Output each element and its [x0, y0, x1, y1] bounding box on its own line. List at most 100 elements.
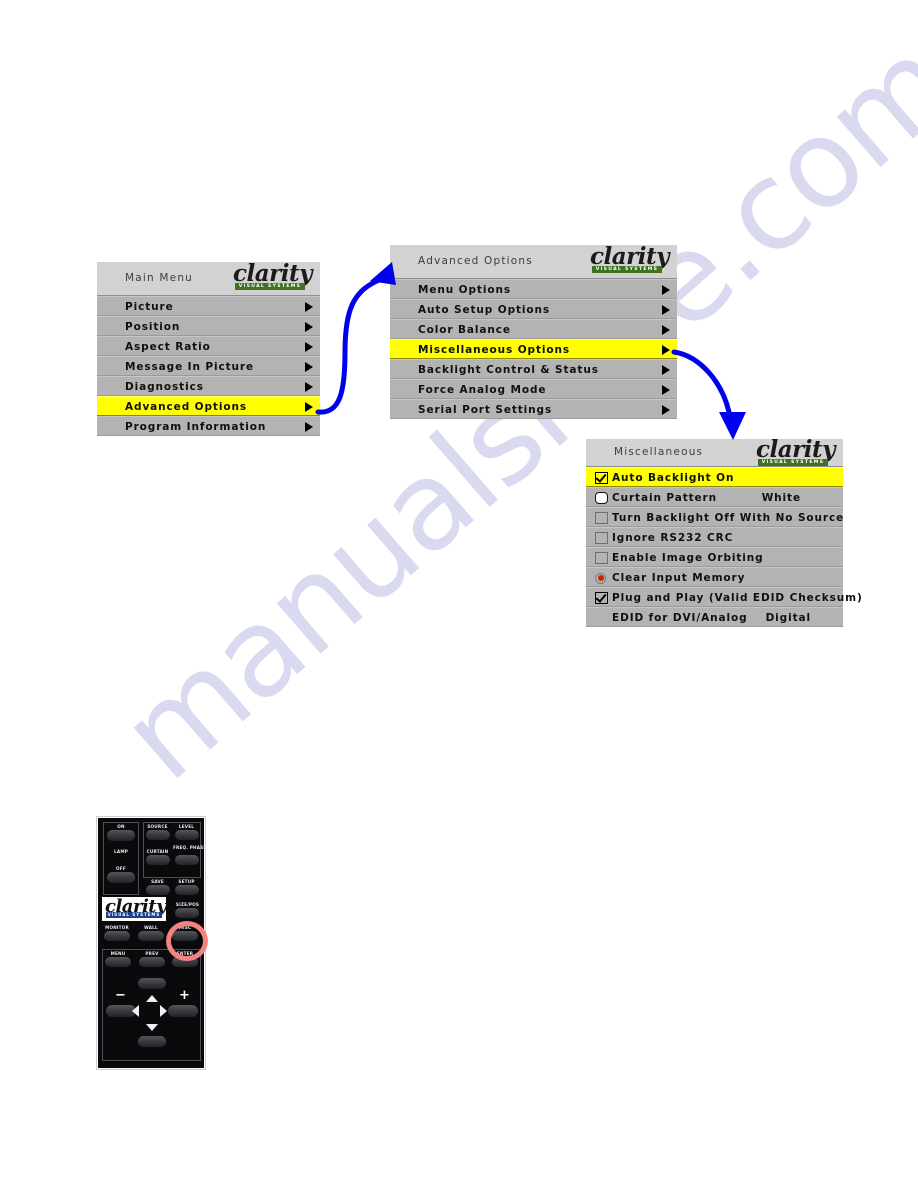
logo-tagline: VISUAL SYSTEMS: [758, 459, 828, 466]
remote-label-menu: MENU: [110, 951, 126, 956]
option-label: Plug and Play (Valid EDID Checksum): [612, 591, 863, 604]
menu-item-label: Serial Port Settings: [418, 403, 553, 416]
remote-button-off[interactable]: [107, 872, 135, 883]
submenu-arrow-icon: [305, 382, 313, 392]
menu-item-force-analog-mode[interactable]: Force Analog Mode: [390, 379, 677, 399]
rounded-box-icon[interactable]: [595, 492, 608, 504]
menu-item-label: Miscellaneous Options: [418, 343, 571, 356]
menu-item-label: Force Analog Mode: [418, 383, 547, 396]
logo-tagline: VISUAL SYSTEMS: [235, 283, 305, 290]
plus-label: +: [179, 988, 190, 1003]
remote-label-lamp: LAMP: [114, 849, 128, 854]
option-row-auto-backlight-on[interactable]: Auto Backlight On: [586, 467, 843, 487]
option-row-enable-image-orbiting[interactable]: Enable Image Orbiting: [586, 547, 843, 567]
remote-label-setup: SETUP: [178, 879, 195, 884]
checkbox-empty-icon[interactable]: [595, 512, 608, 524]
panel-header-advanced: Advanced Options clarity VISUAL SYSTEMS: [390, 245, 677, 279]
option-row-ignore-rs232-crc[interactable]: Ignore RS232 CRC: [586, 527, 843, 547]
remote-button-on[interactable]: [107, 830, 135, 841]
remote-button-prev[interactable]: [139, 957, 165, 967]
submenu-arrow-icon: [305, 342, 313, 352]
option-value: White: [761, 491, 801, 504]
minus-label: −: [115, 988, 126, 1003]
menu-item-label: Menu Options: [418, 283, 511, 296]
remote-label-wall: WALL: [144, 925, 158, 930]
option-row-curtain-pattern[interactable]: Curtain Pattern White: [586, 487, 843, 507]
menu-item-picture[interactable]: Picture: [97, 296, 320, 316]
menu-item-miscellaneous-options[interactable]: Miscellaneous Options: [390, 339, 677, 359]
option-value: Digital: [765, 611, 811, 624]
arrow-left-icon: [132, 1005, 139, 1017]
menu-item-diagnostics[interactable]: Diagnostics: [97, 376, 320, 396]
remote-label-freq-phase: FREQ. PHASE: [173, 845, 207, 850]
menu-item-backlight-control-status[interactable]: Backlight Control & Status: [390, 359, 677, 379]
menu-item-message-in-picture[interactable]: Message In Picture: [97, 356, 320, 376]
remote-button-monitor[interactable]: [104, 931, 130, 941]
arrow-advanced-to-miscellaneous: [671, 349, 746, 440]
menu-item-aspect-ratio[interactable]: Aspect Ratio: [97, 336, 320, 356]
checkbox-checked-icon[interactable]: [595, 592, 608, 604]
menu-item-label: Program Information: [125, 420, 267, 433]
page-title: Advanced Options: [418, 255, 533, 267]
submenu-arrow-icon: [305, 362, 313, 372]
remote-button-up[interactable]: [138, 978, 166, 989]
remote-button-wall[interactable]: [138, 931, 164, 941]
menu-item-advanced-options[interactable]: Advanced Options: [97, 396, 320, 416]
panel-header-miscellaneous: Miscellaneous clarity VISUAL SYSTEMS: [586, 438, 843, 469]
checkbox-empty-icon[interactable]: [595, 552, 608, 564]
checkbox-empty-icon[interactable]: [595, 532, 608, 544]
page-title: Miscellaneous: [614, 446, 704, 458]
page-title: Main Menu: [125, 272, 194, 284]
remote-button-size-pos[interactable]: [175, 908, 199, 918]
menu-item-menu-options[interactable]: Menu Options: [390, 279, 677, 299]
submenu-arrow-icon: [305, 322, 313, 332]
menu-item-label: Diagnostics: [125, 380, 204, 393]
menu-item-program-information[interactable]: Program Information: [97, 416, 320, 436]
menu-item-position[interactable]: Position: [97, 316, 320, 336]
clarity-logo: clarity VISUAL SYSTEMS: [754, 438, 838, 469]
submenu-arrow-icon: [662, 345, 670, 355]
option-row-edid-for-dvi-analog[interactable]: EDID for DVI/Analog Digital: [586, 607, 843, 627]
remote-button-plus[interactable]: [168, 1005, 198, 1017]
arrow-right-icon: [160, 1005, 167, 1017]
remote-label-size-pos: SIZE/POS: [175, 902, 200, 907]
remote-label-save: SAVE: [151, 879, 164, 884]
option-row-plug-and-play[interactable]: Plug and Play (Valid EDID Checksum): [586, 587, 862, 607]
remote-button-down[interactable]: [138, 1036, 166, 1047]
remote-button-freq-phase[interactable]: [175, 855, 199, 865]
option-label: Auto Backlight On: [612, 471, 735, 484]
remote-label-curtain: CURTAIN: [146, 849, 169, 854]
option-row-turn-backlight-off-no-source[interactable]: Turn Backlight Off With No Source: [586, 507, 843, 527]
remote-button-menu[interactable]: [105, 957, 131, 967]
submenu-arrow-icon: [662, 365, 670, 375]
menu-item-label: Message In Picture: [125, 360, 254, 373]
osd-panel-main-menu: Main Menu clarity VISUAL SYSTEMS Picture…: [97, 262, 320, 436]
menu-item-label: Auto Setup Options: [418, 303, 551, 316]
remote-label-source: SOURCE: [147, 824, 168, 829]
menu-item-color-balance[interactable]: Color Balance: [390, 319, 677, 339]
arrow-up-icon: [146, 995, 158, 1002]
submenu-arrow-icon: [305, 422, 313, 432]
checkbox-checked-icon[interactable]: [595, 472, 608, 484]
remote-button-curtain[interactable]: [146, 855, 170, 865]
remote-clarity-logo: clarity VISUAL SYSTEMS: [102, 896, 167, 921]
logo-tagline: VISUAL SYSTEMS: [592, 266, 662, 273]
menu-item-serial-port-settings[interactable]: Serial Port Settings: [390, 399, 677, 419]
submenu-arrow-icon: [305, 402, 313, 412]
option-row-clear-input-memory[interactable]: Clear Input Memory: [586, 567, 843, 587]
remote-button-setup[interactable]: [175, 885, 199, 895]
remote-button-source[interactable]: [146, 830, 170, 840]
submenu-arrow-icon: [662, 305, 670, 315]
remote-button-save[interactable]: [146, 885, 170, 895]
radio-button-icon[interactable]: [595, 572, 606, 584]
menu-item-label: Advanced Options: [125, 400, 247, 413]
misc-button-callout-circle: [166, 921, 208, 961]
menu-item-label: Backlight Control & Status: [418, 363, 599, 376]
option-label: Clear Input Memory: [612, 571, 746, 584]
remote-label-monitor: MONITOR: [105, 925, 129, 930]
menu-item-auto-setup-options[interactable]: Auto Setup Options: [390, 299, 677, 319]
arrow-main-to-advanced: [315, 262, 396, 415]
option-label: EDID for DVI/Analog: [612, 611, 748, 624]
remote-button-level[interactable]: [175, 830, 199, 840]
arrow-down-icon: [146, 1024, 158, 1031]
